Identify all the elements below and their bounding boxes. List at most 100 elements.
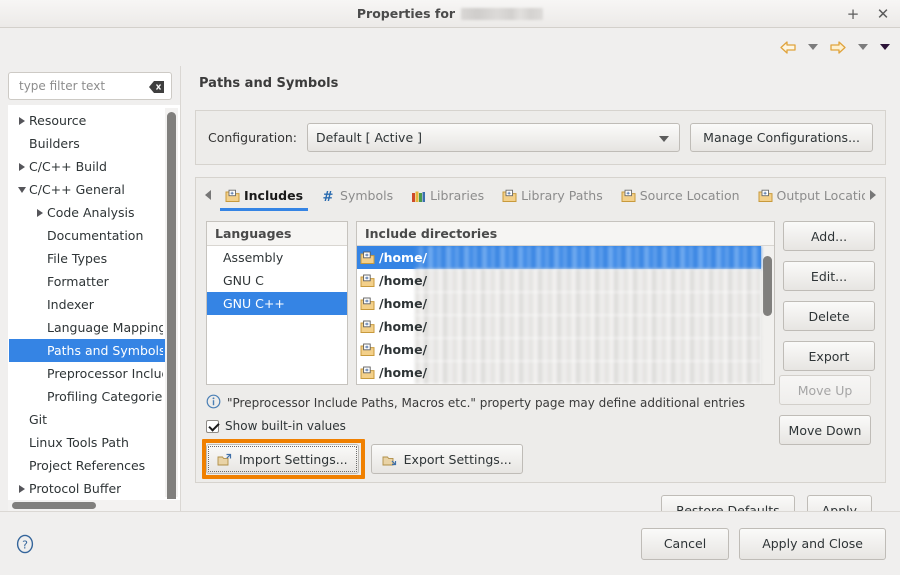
chevron-right-icon[interactable]	[15, 484, 29, 493]
import-settings-button[interactable]: Import Settings...	[206, 444, 359, 474]
cancel-button[interactable]: Cancel	[640, 527, 730, 560]
sidebar-item-label: Resource	[29, 113, 87, 128]
tab-libraries[interactable]: Libraries	[402, 180, 493, 211]
sidebar-item-builders[interactable]: Builders	[9, 132, 165, 155]
include-list-scrollbar-thumb[interactable]	[763, 256, 772, 316]
svg-text:?: ?	[22, 538, 28, 551]
sidebar-item-project-references[interactable]: Project References	[9, 454, 165, 477]
configuration-select[interactable]: Default [ Active ]	[306, 123, 681, 152]
tab-library-paths[interactable]: Library Paths	[493, 180, 612, 211]
manage-configurations-button[interactable]: Manage Configurations...	[690, 123, 873, 152]
sidebar-item-c-c-general[interactable]: C/C++ General	[9, 178, 165, 201]
sidebar-item-protocol-buffer[interactable]: Protocol Buffer	[9, 477, 165, 499]
clear-text-icon[interactable]	[149, 80, 165, 94]
sidebar-item-label: File Types	[47, 251, 108, 266]
settings-tree-list: Resource Builders C/C++ Build C/C++ General…	[9, 106, 165, 499]
sidebar-item-documentation[interactable]: Documentation	[9, 224, 165, 247]
view-menu-triangle-icon[interactable]	[876, 36, 894, 58]
configuration-panel: Configuration: Default [ Active ] Manage…	[195, 110, 886, 165]
move-down-button[interactable]: Move Down	[779, 415, 871, 445]
include-directory-path-redacted	[415, 292, 761, 315]
info-note-text: "Preprocessor Include Paths, Macros etc.…	[227, 396, 746, 410]
language-item-gnu-c[interactable]: GNU C	[207, 269, 347, 292]
sidebar-item-resource[interactable]: Resource	[9, 109, 165, 132]
sidebar-item-profiling-categories[interactable]: Profiling Categories	[9, 385, 165, 408]
tab-source-location[interactable]: Source Location	[612, 180, 749, 211]
include-directory-row[interactable]: /home/	[357, 269, 761, 292]
configuration-value: Default [ Active ]	[315, 130, 422, 145]
include-directory-row[interactable]: /home/	[357, 315, 761, 338]
tab-symbols[interactable]: # Symbols	[312, 180, 402, 211]
include-directory-row[interactable]: /home/	[357, 361, 761, 384]
include-directory-row[interactable]: /home/	[357, 246, 761, 269]
info-icon	[206, 394, 221, 412]
tab-strip: Includes # Symbols Libraries Library Paths So…	[196, 178, 885, 211]
language-item-gnu-c++[interactable]: GNU C++	[207, 292, 347, 315]
include-list-scrollbar[interactable]	[761, 246, 774, 384]
settings-tree[interactable]: Resource Builders C/C++ Build C/C++ General…	[8, 105, 180, 500]
sidebar-item-file-types[interactable]: File Types	[9, 247, 165, 270]
delete-button[interactable]: Delete	[783, 301, 875, 331]
languages-list[interactable]: Languages Assembly GNU C GNU C++	[206, 221, 348, 385]
sidebar-item-label: Formatter	[47, 274, 109, 289]
sidebar-item-git[interactable]: Git	[9, 408, 165, 431]
tab-includes[interactable]: Includes	[216, 180, 312, 211]
export-settings-button[interactable]: Export Settings...	[370, 444, 523, 474]
back-arrow-icon[interactable]	[776, 36, 800, 58]
include-directories-list[interactable]: Include directories /home//home//home//h…	[356, 221, 775, 385]
scroll-left-icon[interactable]	[200, 178, 216, 211]
include-folder-icon	[360, 297, 375, 311]
include-directory-path: /home/	[379, 296, 428, 311]
sidebar-vertical-scrollbar[interactable]	[165, 108, 178, 499]
show-builtin-checkbox-row[interactable]: Show built-in values	[206, 419, 875, 433]
chevron-right-icon[interactable]	[33, 208, 47, 217]
back-history-dropdown-icon[interactable]	[804, 36, 822, 58]
maximize-icon[interactable]: +	[844, 5, 862, 23]
filter-box[interactable]	[8, 72, 172, 100]
chevron-right-icon[interactable]	[15, 116, 29, 125]
sidebar-vertical-scrollbar-thumb[interactable]	[167, 112, 176, 499]
sidebar-item-paths-and-symbols[interactable]: Paths and Symbols	[9, 339, 165, 362]
edit-button[interactable]: Edit...	[783, 261, 875, 291]
scroll-right-icon[interactable]	[865, 178, 881, 211]
sidebar-horizontal-scrollbar[interactable]	[8, 500, 180, 511]
sidebar-item-linux-tools-path[interactable]: Linux Tools Path	[9, 431, 165, 454]
chevron-down-icon[interactable]	[15, 186, 29, 193]
sidebar-item-label: C/C++ Build	[29, 159, 107, 174]
forward-arrow-icon[interactable]	[826, 36, 850, 58]
sidebar-item-label: C/C++ General	[29, 182, 125, 197]
search-input[interactable]	[17, 78, 163, 94]
sidebar-item-label: Profiling Categories	[47, 389, 163, 404]
forward-history-dropdown-icon[interactable]	[854, 36, 872, 58]
sidebar-item-language-mappings[interactable]: Language Mappings	[9, 316, 165, 339]
include-directory-path-redacted	[415, 269, 761, 292]
sidebar-item-label: Git	[29, 412, 48, 427]
sidebar-item-label: Linux Tools Path	[29, 435, 129, 450]
sidebar-item-formatter[interactable]: Formatter	[9, 270, 165, 293]
include-directory-row[interactable]: /home/	[357, 338, 761, 361]
show-builtin-checkbox[interactable]	[206, 419, 219, 433]
export-button[interactable]: Export	[783, 341, 875, 371]
include-directory-path: /home/	[379, 319, 428, 334]
include-folder-icon	[360, 343, 375, 357]
language-item-assembly[interactable]: Assembly	[207, 246, 347, 269]
help-question-icon[interactable]: ?	[14, 533, 36, 555]
add-button[interactable]: Add...	[783, 221, 875, 251]
export-settings-icon	[382, 452, 398, 467]
lists-row: Languages Assembly GNU C GNU C++ Include d…	[206, 221, 875, 385]
include-directory-row[interactable]: /home/	[357, 292, 761, 315]
includes-folder-icon	[225, 189, 240, 203]
sidebar-item-c-c-build[interactable]: C/C++ Build	[9, 155, 165, 178]
sidebar-item-code-analysis[interactable]: Code Analysis	[9, 201, 165, 224]
include-directory-path-redacted	[415, 246, 761, 269]
chevron-right-icon[interactable]	[15, 162, 29, 171]
close-icon[interactable]: ✕	[874, 5, 892, 23]
apply-and-close-button[interactable]: Apply and Close	[739, 527, 886, 560]
libraries-books-icon	[411, 189, 426, 203]
sidebar-item-indexer[interactable]: Indexer	[9, 293, 165, 316]
sidebar-horizontal-scrollbar-thumb[interactable]	[12, 502, 96, 509]
settings-button-label: Import Settings...	[239, 451, 348, 467]
footer-buttons: Cancel Apply and Close	[640, 527, 886, 560]
sidebar-item-preprocessor-includ[interactable]: Preprocessor Includ	[9, 362, 165, 385]
tab-output-location[interactable]: Output Location	[749, 180, 865, 211]
